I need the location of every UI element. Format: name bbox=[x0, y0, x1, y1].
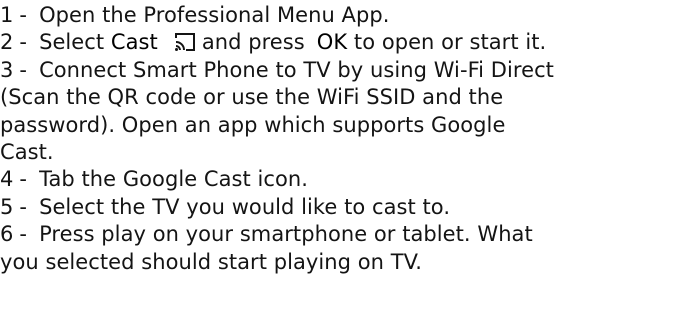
cast-icon bbox=[174, 32, 196, 52]
step-2: 2- Select Cast and press OK to open or star… bbox=[0, 29, 683, 56]
step-number: 5 bbox=[0, 194, 14, 219]
step-3: 3- Connect Smart Phone to TV by using Wi-… bbox=[0, 57, 683, 84]
cast-label: Cast bbox=[110, 30, 158, 55]
ok-label: OK bbox=[316, 30, 348, 55]
step-number: 1 bbox=[0, 3, 14, 27]
step-3-continuation: password). Open an app which supports Go… bbox=[0, 112, 683, 139]
step-text: (Scan the QR code or use the WiFi SSID a… bbox=[0, 85, 504, 110]
step-separator: - bbox=[19, 3, 28, 27]
step-5: 5- Select the TV you would like to cast t… bbox=[0, 194, 683, 221]
step-separator: - bbox=[19, 222, 28, 247]
step-number: 3 bbox=[0, 57, 14, 82]
step-separator: - bbox=[19, 194, 28, 219]
step-text-post: to open or start it. bbox=[353, 30, 547, 55]
step-text: Open the Professional Menu App. bbox=[39, 3, 390, 27]
step-text: password). Open an app which supports Go… bbox=[0, 112, 506, 137]
step-3-continuation: (Scan the QR code or use the WiFi SSID a… bbox=[0, 84, 683, 111]
instruction-list: 1- Open the Professional Menu App. 2- Sele… bbox=[0, 2, 683, 276]
step-1: 1- Open the Professional Menu App. bbox=[0, 2, 683, 29]
step-text-mid: and press bbox=[201, 30, 305, 55]
step-text: Connect Smart Phone to TV by using Wi-Fi… bbox=[39, 57, 554, 82]
step-number: 6 bbox=[0, 222, 14, 247]
step-number: 4 bbox=[0, 167, 14, 192]
step-text: Select the TV you would like to cast to. bbox=[39, 194, 451, 219]
step-4: 4- Tab the Google Cast icon. bbox=[0, 166, 683, 193]
step-6: 6- Press play on your smartphone or table… bbox=[0, 221, 683, 248]
step-separator: - bbox=[19, 57, 28, 82]
step-separator: - bbox=[19, 30, 28, 55]
step-3-continuation: Cast. bbox=[0, 139, 683, 166]
step-separator: - bbox=[19, 167, 28, 192]
step-number: 2 bbox=[0, 30, 14, 55]
step-text: you selected should start playing on TV. bbox=[0, 249, 423, 274]
step-text: Cast. bbox=[0, 139, 54, 164]
step-text: Tab the Google Cast icon. bbox=[39, 167, 309, 192]
step-text-pre: Select bbox=[39, 30, 105, 55]
step-text: Press play on your smartphone or tablet.… bbox=[39, 222, 533, 247]
step-6-continuation: you selected should start playing on TV. bbox=[0, 249, 683, 276]
